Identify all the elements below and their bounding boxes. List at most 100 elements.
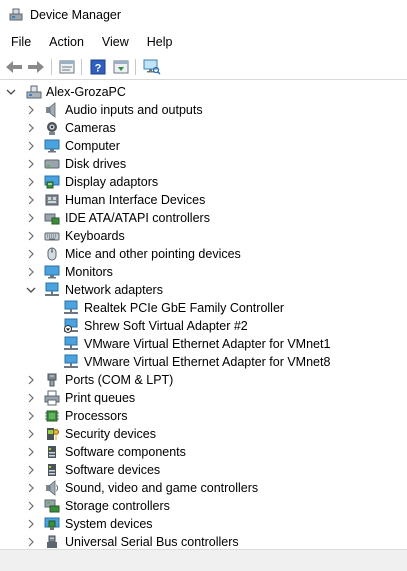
category-label: Computer	[65, 139, 120, 153]
category-label: Display adaptors	[65, 175, 159, 189]
chevron-right-icon[interactable]	[25, 227, 37, 245]
tree-category-display-adaptors[interactable]: Display adaptors	[0, 173, 407, 191]
usb-icon	[44, 534, 60, 548]
menu-file[interactable]: File	[3, 32, 39, 52]
chevron-right-icon[interactable]	[25, 515, 37, 533]
chevron-right-icon[interactable]	[25, 191, 37, 209]
chevron-right-icon[interactable]	[25, 209, 37, 227]
tree-category-human-interface-devices[interactable]: Human Interface Devices	[0, 191, 407, 209]
menu-help[interactable]: Help	[139, 32, 181, 52]
chevron-right-icon[interactable]	[25, 497, 37, 515]
category-label: Software components	[65, 445, 186, 459]
display-adapter-icon	[44, 174, 60, 190]
tree-category-universal-serial-bus-controllers[interactable]: Universal Serial Bus controllers	[0, 533, 407, 548]
keyboard-icon	[44, 228, 60, 244]
security-device-icon	[44, 426, 60, 442]
chevron-right-icon[interactable]	[25, 533, 37, 548]
processor-icon	[44, 408, 60, 424]
device-label: Shrew Soft Virtual Adapter #2	[84, 319, 248, 333]
device-manager-icon	[9, 8, 23, 22]
camera-icon	[44, 120, 60, 136]
title-bar: Device Manager	[0, 0, 407, 31]
chevron-right-icon[interactable]	[25, 263, 37, 281]
category-label: Keyboards	[65, 229, 125, 243]
svg-text:?: ?	[95, 63, 102, 75]
chevron-right-icon[interactable]	[25, 443, 37, 461]
chevron-down-icon[interactable]	[25, 281, 37, 299]
chevron-right-icon[interactable]	[25, 425, 37, 443]
chevron-right-icon[interactable]	[25, 407, 37, 425]
category-label: Storage controllers	[65, 499, 170, 513]
chevron-down-icon[interactable]	[5, 83, 17, 101]
chevron-right-icon[interactable]	[25, 371, 37, 389]
forward-icon[interactable]	[26, 57, 46, 77]
chevron-right-icon[interactable]	[25, 173, 37, 191]
update-driver-icon[interactable]	[111, 57, 131, 77]
software-component-icon	[44, 444, 60, 460]
chevron-right-icon[interactable]	[25, 479, 37, 497]
tree-category-mice-and-other-pointing-devices[interactable]: Mice and other pointing devices	[0, 245, 407, 263]
tree-category-cameras[interactable]: Cameras	[0, 119, 407, 137]
tree-category-keyboards[interactable]: Keyboards	[0, 227, 407, 245]
mouse-icon	[44, 246, 60, 262]
chevron-right-icon[interactable]	[25, 461, 37, 479]
toolbar-separator	[81, 59, 82, 75]
tree-device-realtek-pcie-gbe-family-controller[interactable]: Realtek PCIe GbE Family Controller	[0, 299, 407, 317]
device-label: VMware Virtual Ethernet Adapter for VMne…	[84, 337, 331, 351]
menu-action[interactable]: Action	[41, 32, 92, 52]
tree-category-network-adapters[interactable]: Network adapters	[0, 281, 407, 299]
chevron-right-icon[interactable]	[25, 389, 37, 407]
tree-category-print-queues[interactable]: Print queues	[0, 389, 407, 407]
menu-bar: File Action View Help	[0, 32, 407, 52]
device-tree[interactable]: Alex-GrozaPC Audio inputs and outputs Cam…	[0, 83, 407, 548]
category-label: Cameras	[65, 121, 116, 135]
device-manager-window: Device Manager File Action View Help ? A…	[0, 0, 407, 571]
category-label: Software devices	[65, 463, 161, 477]
category-label: Monitors	[65, 265, 113, 279]
chevron-right-icon[interactable]	[25, 137, 37, 155]
monitor-icon	[44, 264, 60, 280]
tree-category-software-components[interactable]: Software components	[0, 443, 407, 461]
tree-category-processors[interactable]: Processors	[0, 407, 407, 425]
help-icon[interactable]: ?	[88, 57, 108, 77]
tree-device-vmware-virtual-ethernet-adapter-for-vmnet8[interactable]: VMware Virtual Ethernet Adapter for VMne…	[0, 353, 407, 371]
tree-category-software-devices[interactable]: Software devices	[0, 461, 407, 479]
category-label: Security devices	[65, 427, 157, 441]
network-adapter-icon	[63, 336, 79, 352]
tree-category-security-devices[interactable]: Security devices	[0, 425, 407, 443]
software-device-icon	[44, 462, 60, 478]
computer-root-icon	[26, 84, 42, 100]
printer-icon	[44, 390, 60, 406]
category-label: Print queues	[65, 391, 136, 405]
sound-icon	[44, 480, 60, 496]
toolbar-separator	[51, 59, 52, 75]
tree-root[interactable]: Alex-GrozaPC	[0, 83, 407, 101]
chevron-right-icon[interactable]	[25, 245, 37, 263]
status-bar	[0, 549, 407, 571]
tree-category-ide-ata-atapi-controllers[interactable]: IDE ATA/ATAPI controllers	[0, 209, 407, 227]
disk-drive-icon	[44, 156, 60, 172]
tree-category-monitors[interactable]: Monitors	[0, 263, 407, 281]
tree-device-shrew-soft-virtual-adapter-2[interactable]: Shrew Soft Virtual Adapter #2	[0, 317, 407, 335]
tree-category-audio-inputs-and-outputs[interactable]: Audio inputs and outputs	[0, 101, 407, 119]
category-label: Disk drives	[65, 157, 127, 171]
category-label: IDE ATA/ATAPI controllers	[65, 211, 210, 225]
network-adapter-icon	[63, 300, 79, 316]
tree-category-computer[interactable]: Computer	[0, 137, 407, 155]
speaker-icon	[44, 102, 60, 118]
tree-category-disk-drives[interactable]: Disk drives	[0, 155, 407, 173]
scan-hardware-icon[interactable]	[142, 57, 162, 77]
tree-category-sound-video-and-game-controllers[interactable]: Sound, video and game controllers	[0, 479, 407, 497]
tree-category-system-devices[interactable]: System devices	[0, 515, 407, 533]
tree-category-storage-controllers[interactable]: Storage controllers	[0, 497, 407, 515]
back-icon[interactable]	[4, 57, 24, 77]
chevron-right-icon[interactable]	[25, 155, 37, 173]
tree-category-ports-com-lpt[interactable]: Ports (COM & LPT)	[0, 371, 407, 389]
chevron-right-icon[interactable]	[25, 101, 37, 119]
tree-device-vmware-virtual-ethernet-adapter-for-vmnet1[interactable]: VMware Virtual Ethernet Adapter for VMne…	[0, 335, 407, 353]
chevron-right-icon[interactable]	[25, 119, 37, 137]
hid-icon	[44, 192, 60, 208]
properties-icon[interactable]	[57, 57, 77, 77]
menu-view[interactable]: View	[94, 32, 137, 52]
category-label: Audio inputs and outputs	[65, 103, 203, 117]
